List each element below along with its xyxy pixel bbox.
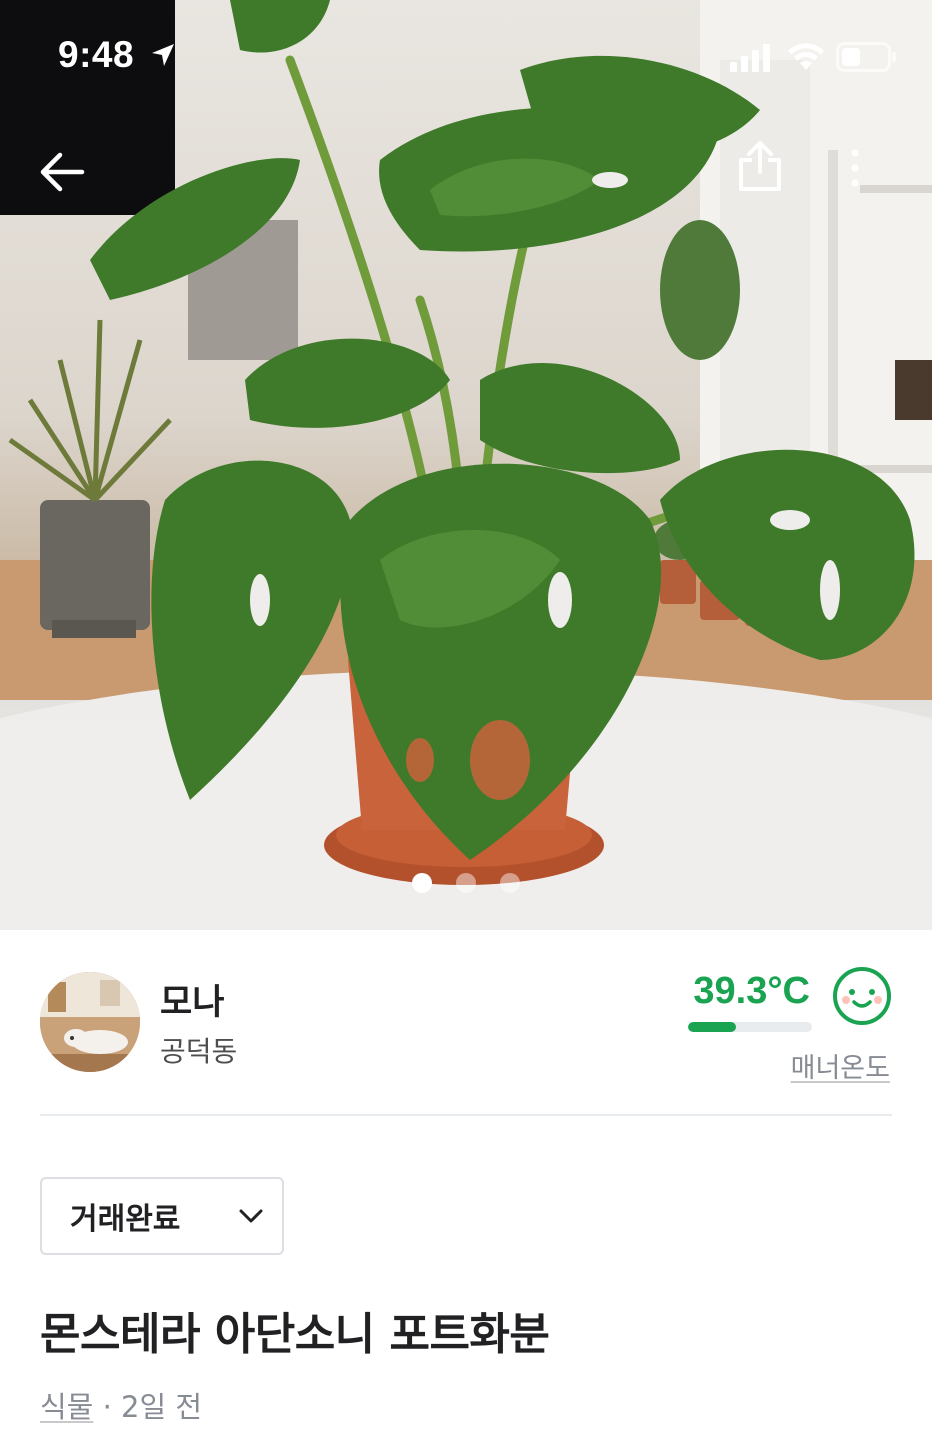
manner-temperature-bar-fill: [688, 1022, 737, 1032]
carousel-dot-1[interactable]: [412, 873, 432, 893]
arrow-left-icon: [40, 152, 85, 192]
post-category-link[interactable]: 식물: [40, 1390, 93, 1424]
location-arrow-icon: [152, 44, 174, 66]
share-button[interactable]: [728, 134, 792, 198]
carousel-indicator: [0, 873, 932, 893]
chevron-down-icon: [239, 1209, 263, 1223]
more-options-button[interactable]: [830, 136, 880, 200]
divider: [40, 1114, 892, 1116]
trade-status-value: 거래완료: [70, 1202, 181, 1237]
product-photo-carousel[interactable]: 9:48: [0, 0, 932, 930]
manner-temperature-bar: [688, 1022, 812, 1032]
product-photo: [0, 0, 932, 930]
smiley-face-icon: [833, 967, 891, 1025]
manner-temperature: 39.3°C: [693, 970, 810, 1012]
status-bar: 9:48: [0, 0, 932, 110]
cellular-signal-icon: [730, 44, 770, 72]
carousel-dot-2[interactable]: [456, 873, 476, 893]
trade-status-dropdown[interactable]: 거래완료: [40, 1177, 284, 1255]
more-vertical-icon: [851, 149, 859, 187]
manner-temperature-label[interactable]: 매너온도: [791, 1046, 890, 1085]
avatar-image: [40, 972, 140, 1072]
post-meta: 식물 · 2일 전: [40, 1384, 202, 1426]
share-icon: [739, 141, 781, 191]
carousel-dot-3[interactable]: [500, 873, 520, 893]
post-time-ago: 2일 전: [121, 1390, 203, 1424]
wifi-icon: [788, 43, 824, 70]
avatar[interactable]: [40, 972, 140, 1072]
seller-location: 공덕동: [160, 1035, 238, 1068]
battery-icon: [836, 42, 896, 72]
post-title: 몬스테라 아단소니 포트화분: [40, 1309, 550, 1360]
status-time: 9:48: [58, 34, 135, 75]
meta-separator: ·: [93, 1390, 122, 1424]
seller-profile[interactable]: 모나 공덕동 39.3°C 매너온도: [40, 967, 892, 1084]
seller-name[interactable]: 모나: [160, 974, 224, 1025]
back-button[interactable]: [30, 140, 94, 204]
